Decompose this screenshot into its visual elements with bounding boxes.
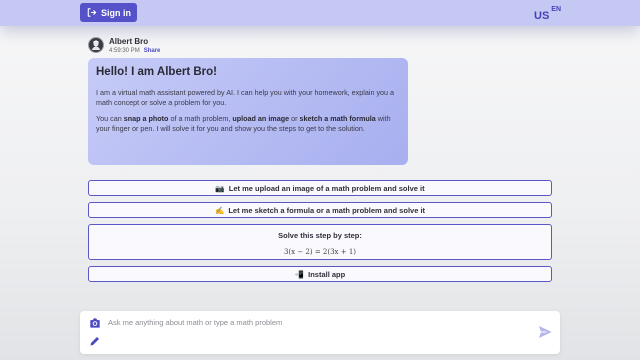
language-selector[interactable]: USEN bbox=[534, 6, 561, 24]
share-link[interactable]: Share bbox=[144, 48, 161, 54]
capabilities-paragraph: You can snap a photo of a math problem, … bbox=[96, 114, 400, 134]
language-country: US bbox=[534, 10, 550, 22]
avatar bbox=[88, 37, 104, 53]
sketch-formula-option[interactable]: ✍️ Let me sketch a formula or a math pro… bbox=[88, 202, 552, 218]
mobile-arrow-emoji-icon: 📲 bbox=[294, 269, 305, 279]
option-label: Let me upload an image of a math problem… bbox=[228, 183, 425, 193]
sketch-formula-highlight: sketch a math formula bbox=[299, 114, 376, 123]
option-label: Let me sketch a formula or a math proble… bbox=[228, 205, 426, 215]
greeting-title: Hello! I am Albert Bro! bbox=[96, 66, 217, 78]
message-time: 4:59:30 PM bbox=[109, 48, 140, 54]
language-code: EN bbox=[551, 6, 562, 13]
install-app-option[interactable]: 📲 Install app bbox=[88, 266, 552, 282]
option-label: Solve this step by step: bbox=[278, 231, 362, 240]
sign-in-button[interactable]: Sign in bbox=[80, 3, 137, 22]
example-formula: 3(x − 2) = 2(3x + 1) bbox=[283, 248, 357, 256]
camera-icon[interactable] bbox=[88, 316, 102, 330]
sign-in-label: Sign in bbox=[101, 7, 131, 18]
pencil-icon[interactable] bbox=[89, 335, 101, 347]
upload-image-option[interactable]: 📷 Let me upload an image of a math probl… bbox=[88, 180, 552, 196]
upload-image-highlight: upload an image bbox=[232, 114, 290, 123]
text-fragment: or bbox=[289, 114, 300, 123]
text-fragment: You can bbox=[96, 114, 124, 123]
snap-photo-highlight: snap a photo bbox=[123, 114, 169, 123]
option-label: Install app bbox=[308, 269, 346, 279]
top-bar: Sign in USEN bbox=[0, 0, 640, 26]
author-name: Albert Bro bbox=[109, 37, 149, 46]
send-icon[interactable] bbox=[537, 324, 553, 340]
assistant-message-bubble: Hello! I am Albert Bro! I am a virtual m… bbox=[88, 58, 408, 165]
message-composer bbox=[80, 311, 560, 354]
avatar-icon bbox=[92, 40, 100, 50]
solve-step-by-step-option[interactable]: Solve this step by step: 3(x − 2) = 2(3x… bbox=[88, 224, 552, 260]
sign-in-icon bbox=[87, 8, 97, 17]
text-fragment: of a math problem, bbox=[168, 114, 233, 123]
intro-paragraph: I am a virtual math assistant powered by… bbox=[96, 88, 395, 107]
writing-hand-emoji-icon: ✍️ bbox=[214, 205, 225, 215]
camera-emoji-icon: 📷 bbox=[215, 183, 225, 193]
message-input[interactable] bbox=[108, 315, 528, 329]
message-author: Albert Bro 4:59:30 PM Share bbox=[88, 37, 160, 56]
